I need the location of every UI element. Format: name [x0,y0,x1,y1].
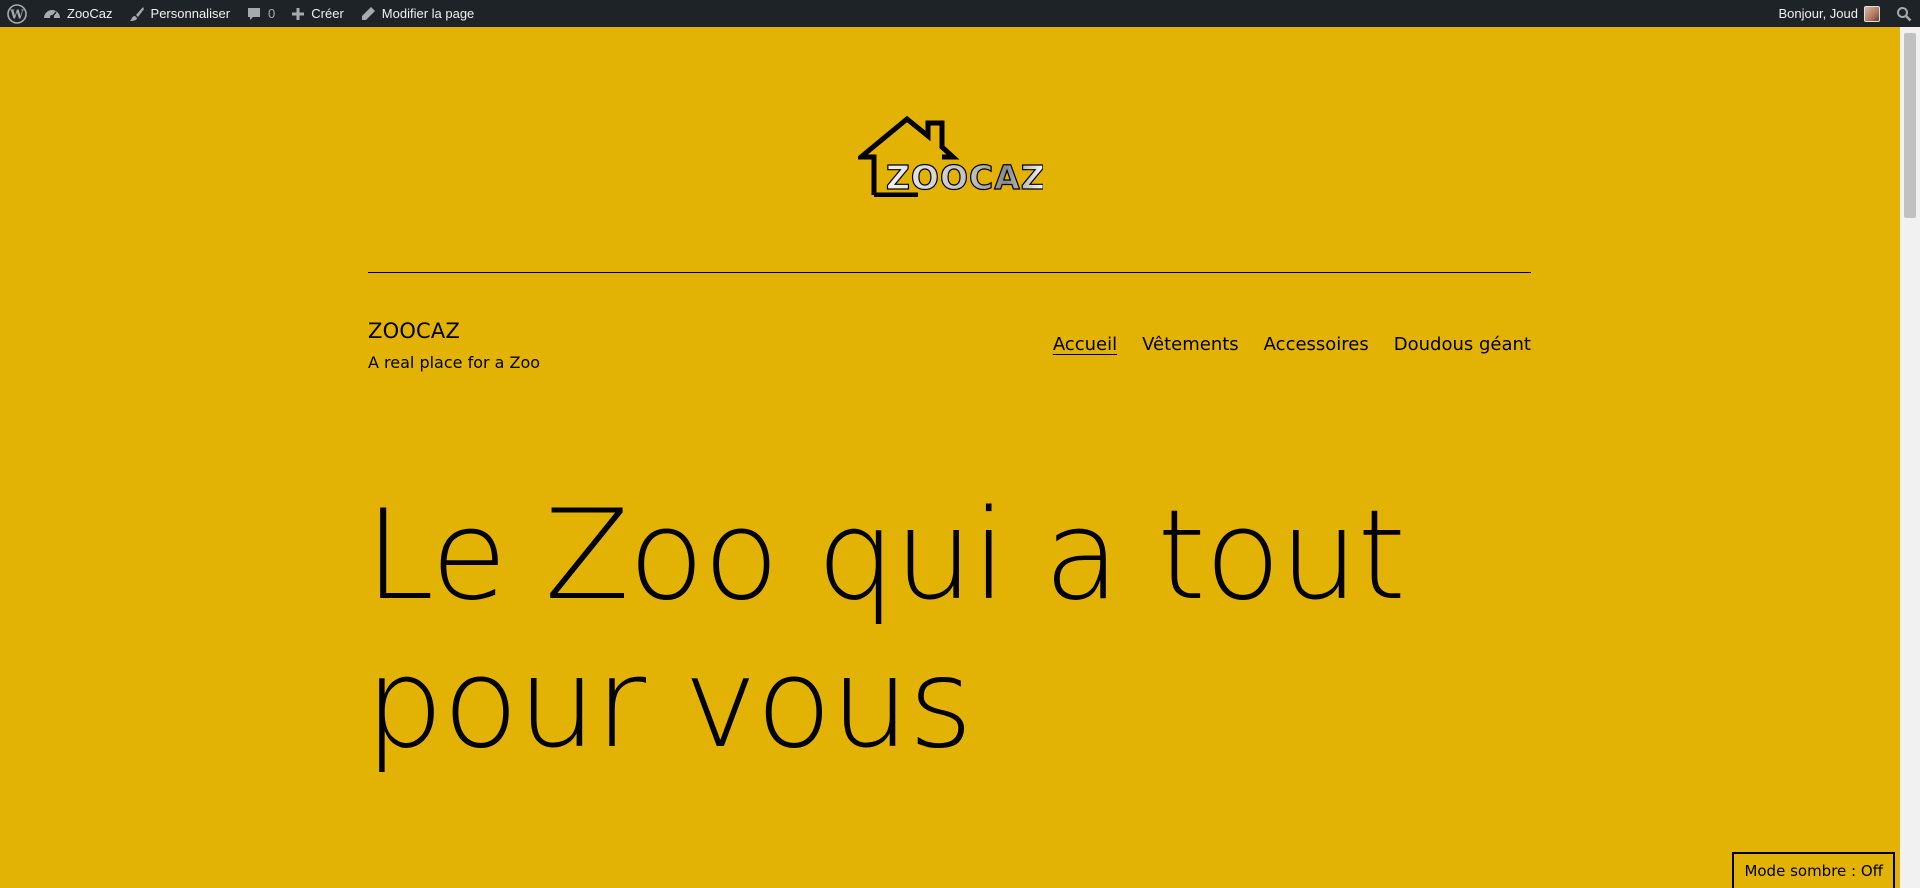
header-divider [368,272,1531,273]
hero-line-2: pour vous [365,632,973,776]
pencil-icon [360,6,376,22]
comment-bubble-icon [246,6,262,22]
nav-item-doudous-geant[interactable]: Doudous géant [1394,334,1531,355]
logo-text: ZOOCAZ [886,158,1043,197]
search-icon [1896,6,1912,22]
new-content-label: Créer [311,6,344,21]
edit-page-link[interactable]: Modifier la page [352,0,483,27]
site-logo[interactable]: ZOOCAZ [854,115,1045,198]
edit-page-label: Modifier la page [381,6,475,21]
account-menu[interactable]: Bonjour, Joud [1770,0,1888,27]
wordpress-logo-icon: W [7,3,27,24]
svg-text:W: W [9,7,24,21]
dark-mode-toggle[interactable]: Mode sombre : Off [1732,852,1895,888]
customize-link[interactable]: Personnaliser [121,0,239,27]
primary-nav: Accueil Vêtements Accessoires Doudous gé… [1053,334,1531,355]
dashboard-gauge-icon [43,6,61,22]
new-content-menu[interactable]: Créer [283,0,352,27]
page-content: ZOOCAZ ZOOCAZ A real place for a Zoo Acc… [0,27,1900,888]
comments-link[interactable]: 0 [238,0,283,27]
paintbrush-icon [129,6,145,22]
house-logo-icon: ZOOCAZ [854,115,1045,198]
admin-search-button[interactable] [1888,0,1920,27]
comments-count: 0 [268,6,276,21]
avatar [1864,5,1880,22]
dark-mode-label: Mode sombre : Off [1744,862,1883,880]
nav-item-accessoires[interactable]: Accessoires [1264,334,1369,355]
plus-icon [291,7,305,21]
nav-item-accueil[interactable]: Accueil [1053,334,1117,355]
greeting-label: Bonjour, Joud [1778,6,1858,21]
vertical-scrollbar[interactable] [1900,27,1920,888]
hero-heading: Le Zoo qui a tout pour vous [365,482,1565,778]
admin-bar: W ZooCaz Personnaliser 0 Créer Modifier … [0,0,1920,27]
site-tagline: A real place for a Zoo [368,353,541,372]
hero-line-1: Le Zoo qui a tout [365,484,1406,628]
customize-label: Personnaliser [150,6,231,21]
site-name-label: ZooCaz [67,6,113,21]
scrollbar-thumb[interactable] [1904,33,1916,218]
wordpress-menu[interactable]: W [0,0,35,27]
nav-item-vetements[interactable]: Vêtements [1142,334,1239,355]
site-title[interactable]: ZOOCAZ [368,319,460,343]
site-name-menu[interactable]: ZooCaz [35,0,121,27]
